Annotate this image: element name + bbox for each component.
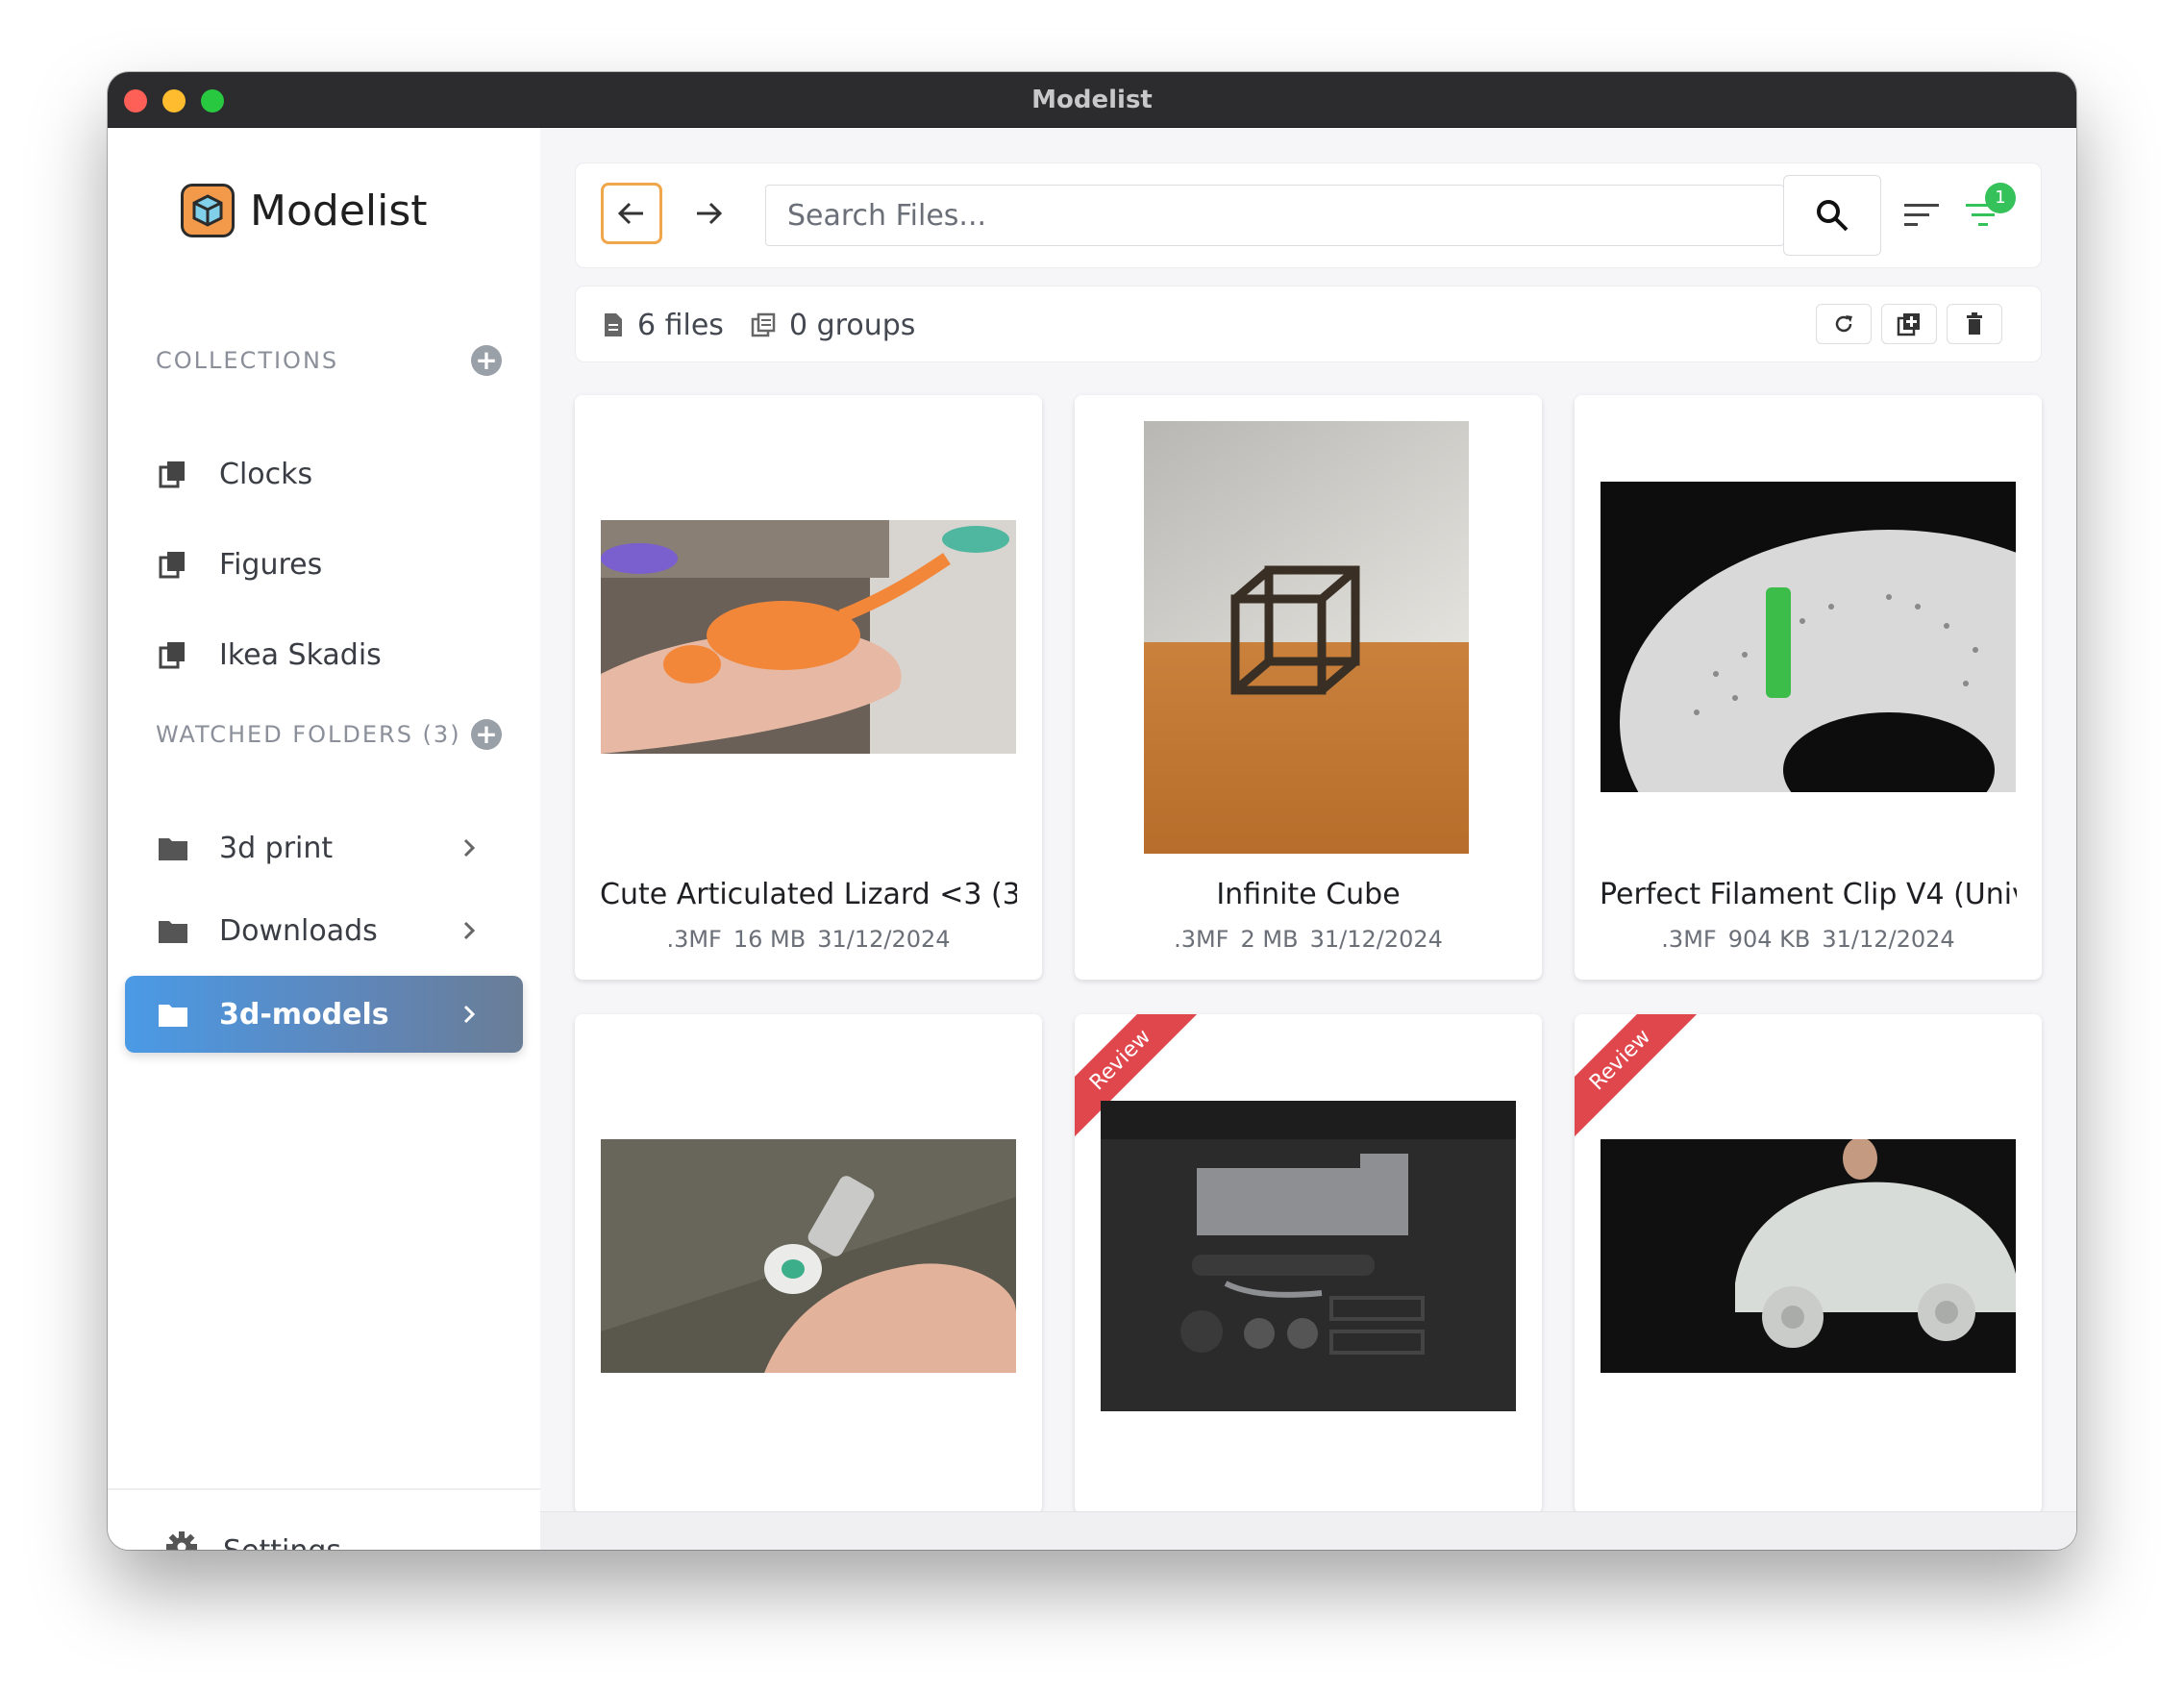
forward-button[interactable] — [678, 183, 739, 244]
refresh-icon — [1835, 315, 1852, 333]
folder-icon — [158, 915, 188, 946]
group-count-label: 0 groups — [789, 308, 916, 342]
file-card[interactable]: Review — [1075, 1014, 1542, 1514]
title-bar: Modelist — [108, 72, 2076, 128]
file-date: 31/12/2024 — [817, 926, 951, 953]
review-badge: Review — [1575, 1014, 1704, 1144]
collection-item-ikea-skadis[interactable]: Ikea Skadis — [125, 616, 523, 693]
arrow-right-icon — [697, 202, 723, 225]
collection-item-clocks[interactable]: Clocks — [125, 435, 523, 512]
main-panel: 1 6 files 0 groups — [540, 128, 2076, 1550]
sort-icon — [1904, 204, 1939, 226]
file-card[interactable]: Cute Articulated Lizard <3 (3h ... .3MF 1… — [575, 395, 1042, 980]
filter-count-badge: 1 — [1985, 183, 2016, 213]
collections-header: COLLECTIONS + — [156, 341, 502, 380]
chevron-right-icon[interactable] — [454, 999, 484, 1030]
add-watched-folder-button[interactable]: + — [471, 719, 502, 750]
file-size: 16 MB — [732, 926, 807, 953]
back-button[interactable] — [601, 183, 662, 244]
arrow-left-icon — [617, 202, 643, 225]
cube-logo-icon — [181, 184, 235, 237]
folder-item-3d-print[interactable]: 3d print — [125, 809, 523, 886]
gear-icon — [165, 1530, 198, 1550]
collections-label: COLLECTIONS — [156, 347, 339, 374]
collection-label: Figures — [219, 547, 323, 582]
sidebar-divider — [108, 1488, 540, 1490]
add-group-button[interactable] — [1881, 304, 1937, 344]
folder-label: 3d print — [219, 831, 334, 865]
watched-folders-header: WATCHED FOLDERS (3) + — [156, 715, 502, 754]
collection-item-figures[interactable]: Figures — [125, 526, 523, 603]
file-format: .3MF — [1661, 926, 1717, 953]
file-date: 31/12/2024 — [1822, 926, 1955, 953]
watched-folders-label: WATCHED FOLDERS (3) — [156, 721, 461, 748]
horizontal-scrollbar[interactable] — [540, 1511, 2076, 1550]
file-meta: .3MF 16 MB 31/12/2024 — [575, 926, 1042, 953]
sidebar: Modelist COLLECTIONS + Clocks Figures Ik… — [108, 128, 540, 1550]
file-icon — [605, 313, 622, 336]
search-button[interactable] — [1783, 175, 1881, 256]
file-card[interactable]: Perfect Filament Clip V4 (Univ... .3MF 90… — [1575, 395, 2042, 980]
collection-icon — [158, 549, 188, 580]
file-format: .3MF — [666, 926, 722, 953]
folder-icon — [158, 999, 188, 1030]
file-size: 904 KB — [1727, 926, 1811, 953]
refresh-button[interactable] — [1816, 304, 1872, 344]
toolbar: 1 — [575, 162, 2042, 268]
add-collection-button[interactable]: + — [471, 345, 502, 376]
collection-icon — [158, 639, 188, 670]
settings-button[interactable]: Settings — [165, 1512, 341, 1550]
folder-icon — [158, 833, 188, 863]
search-input[interactable] — [765, 185, 1784, 246]
file-title: Perfect Filament Clip V4 (Univ... — [1600, 878, 2017, 911]
file-meta: .3MF 2 MB 31/12/2024 — [1075, 926, 1542, 953]
filament-clip-thumbnail — [1601, 482, 2016, 792]
collection-icon — [158, 459, 188, 489]
file-title: Infinite Cube — [1216, 878, 1401, 911]
file-title: Cute Articulated Lizard <3 (3h ... — [600, 878, 1017, 911]
sort-button[interactable] — [1900, 196, 1943, 235]
file-meta: .3MF 904 KB 31/12/2024 — [1575, 926, 2042, 953]
app-window: Modelist Modelist COLLECTIONS + Clocks F… — [108, 72, 2076, 1550]
folder-item-3d-models[interactable]: 3d-models — [125, 976, 523, 1053]
folder-label: 3d-models — [219, 997, 389, 1032]
window-title: Modelist — [1031, 86, 1153, 114]
folder-item-downloads[interactable]: Downloads — [125, 892, 523, 969]
folder-label: Downloads — [219, 913, 378, 948]
lizard-thumbnail — [601, 520, 1016, 754]
file-count-label: 6 files — [637, 308, 724, 342]
handheld-print-thumbnail — [601, 1139, 1016, 1373]
search-icon — [1817, 200, 1849, 232]
file-grid: Cute Articulated Lizard <3 (3h ... .3MF 1… — [575, 395, 2042, 1549]
add-group-icon — [1897, 313, 1920, 336]
file-size: 2 MB — [1240, 926, 1299, 953]
toy-car-thumbnail — [1601, 1139, 2016, 1373]
delete-button[interactable] — [1947, 304, 2002, 344]
file-date: 31/12/2024 — [1309, 926, 1443, 953]
collection-label: Clocks — [219, 457, 313, 491]
brand: Modelist — [181, 182, 428, 239]
file-card[interactable] — [575, 1014, 1042, 1514]
file-card[interactable]: Infinite Cube .3MF 2 MB 31/12/2024 — [1075, 395, 1542, 980]
stats-bar: 6 files 0 groups — [575, 286, 2042, 362]
group-count: 0 groups — [751, 306, 915, 344]
group-icon — [751, 312, 776, 337]
file-count: 6 files — [603, 306, 724, 344]
settings-label: Settings — [223, 1534, 341, 1551]
file-card[interactable]: Review — [1575, 1014, 2042, 1514]
brand-name: Modelist — [250, 186, 428, 236]
trash-icon — [1967, 312, 1982, 335]
chevron-right-icon[interactable] — [454, 833, 484, 863]
chevron-right-icon[interactable] — [454, 915, 484, 946]
file-format: .3MF — [1174, 926, 1229, 953]
collection-label: Ikea Skadis — [219, 637, 382, 672]
infinite-cube-thumbnail — [1144, 421, 1469, 854]
vise-thumbnail — [1101, 1101, 1516, 1411]
